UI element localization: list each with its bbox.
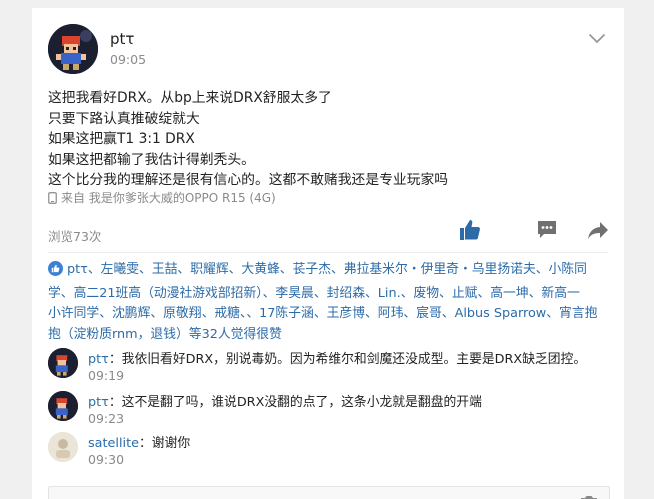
- device-info: 来自 我是你爹张大威的OPPO R15 (4G): [48, 189, 276, 207]
- comment-time: 09:30: [88, 452, 125, 467]
- commenter-avatar[interactable]: [48, 432, 78, 462]
- comment-time: 09:23: [88, 411, 125, 426]
- post-text-line: 如果这把赢T1 3:1 DRX: [48, 131, 195, 147]
- like-count-text: 等32人觉得很赞: [188, 326, 282, 342]
- comment-input[interactable]: 评论: [48, 486, 610, 499]
- post-body: 这把我看好DRX。从bp上来说DRX舒服太多了 只要下路认真推破绽就大 如果这把…: [48, 88, 608, 191]
- liker-names[interactable]: 学、高二21班高（动漫社游戏部招新）、李昊晨、封绍森、Lin.、废物、止赋、高一…: [48, 286, 580, 301]
- post-header: ptτ 09:05: [48, 24, 608, 74]
- device-text: 来自 我是你爹张大威的OPPO R15 (4G): [61, 191, 276, 205]
- view-count: 浏览73次: [48, 229, 102, 244]
- commenter-avatar[interactable]: [48, 348, 78, 378]
- comment-item: ptτ：我依旧看好DRX，别说毒奶。因为希维尔和剑魔还没成型。主要是DRX缺乏团…: [48, 348, 608, 388]
- post-time: 09:05: [110, 52, 147, 67]
- author-avatar[interactable]: [48, 24, 98, 74]
- comment-text-line: ptτ：这不是翻了吗，谁说DRX没翻的点了，这条小龙就是翻盘的开端: [88, 391, 482, 410]
- divider: [48, 252, 608, 253]
- comment-text: ：我依旧看好DRX，别说毒奶。因为希维尔和剑魔还没成型。主要是DRX缺乏团控。: [108, 352, 587, 367]
- liker-names[interactable]: 抱（淀粉质rnm，退钱）: [48, 327, 189, 342]
- likes-list: ptτ、左曦雯、王喆、职耀辉、大黄蜂、苌子杰、弗拉基米尔・伊里奇・乌里扬诺夫、小…: [48, 260, 604, 345]
- post-text-line: 这把我看好DRX。从bp上来说DRX舒服太多了: [48, 90, 332, 106]
- thumbs-up-icon[interactable]: [458, 218, 484, 244]
- share-icon[interactable]: [586, 218, 612, 244]
- comment-text-line: ptτ：我依旧看好DRX，别说毒奶。因为希维尔和剑魔还没成型。主要是DRX缺乏团…: [88, 348, 586, 367]
- comment-username[interactable]: satellite: [88, 436, 139, 451]
- author-name[interactable]: ptτ: [110, 30, 134, 48]
- comment-username[interactable]: ptτ: [88, 352, 109, 367]
- comment-text: ：谢谢你: [138, 436, 191, 451]
- commenter-avatar[interactable]: [48, 391, 78, 421]
- comment-item: satellite：谢谢你 09:30: [48, 432, 608, 472]
- action-bar: 浏览73次: [48, 216, 608, 250]
- thumbs-up-icon: [48, 261, 63, 284]
- post-text-line: 如果这把都输了我估计得剃秃头。: [48, 151, 255, 168]
- camera-icon[interactable]: [579, 493, 599, 499]
- comment-item: ptτ：这不是翻了吗，谁说DRX没翻的点了，这条小龙就是翻盘的开端 09:23: [48, 391, 608, 431]
- comment-text: ：这不是翻了吗，谁说DRX没翻的点了，这条小龙就是翻盘的开端: [108, 395, 482, 410]
- post-card: ptτ 09:05 这把我看好DRX。从bp上来说DRX舒服太多了 只要下路认真…: [32, 8, 624, 499]
- comment-time: 09:19: [88, 368, 125, 383]
- post-text-line: 这个比分我的理解还是很有信心的。这都不敢赌我还是专业玩家吗: [48, 172, 449, 188]
- comment-placeholder: 评论: [59, 495, 85, 499]
- comment-username[interactable]: ptτ: [88, 395, 109, 410]
- post-text-line: 只要下路认真推破绽就大: [48, 110, 200, 127]
- liker-names[interactable]: 小许同学、沈鹏辉、原敬翔、戒糖、、17陈子涵、王彦博、阿玮、宸哥、Albus S…: [48, 306, 597, 321]
- comment-text-line: satellite：谢谢你: [88, 432, 190, 451]
- liker-names[interactable]: ptτ、左曦雯、王喆、职耀辉、大黄蜂、苌子杰、弗拉基米尔・伊里奇・乌里扬诺夫、小…: [67, 262, 587, 277]
- chevron-down-icon[interactable]: [586, 30, 608, 48]
- comment-icon[interactable]: [535, 218, 561, 244]
- phone-icon: [48, 192, 57, 207]
